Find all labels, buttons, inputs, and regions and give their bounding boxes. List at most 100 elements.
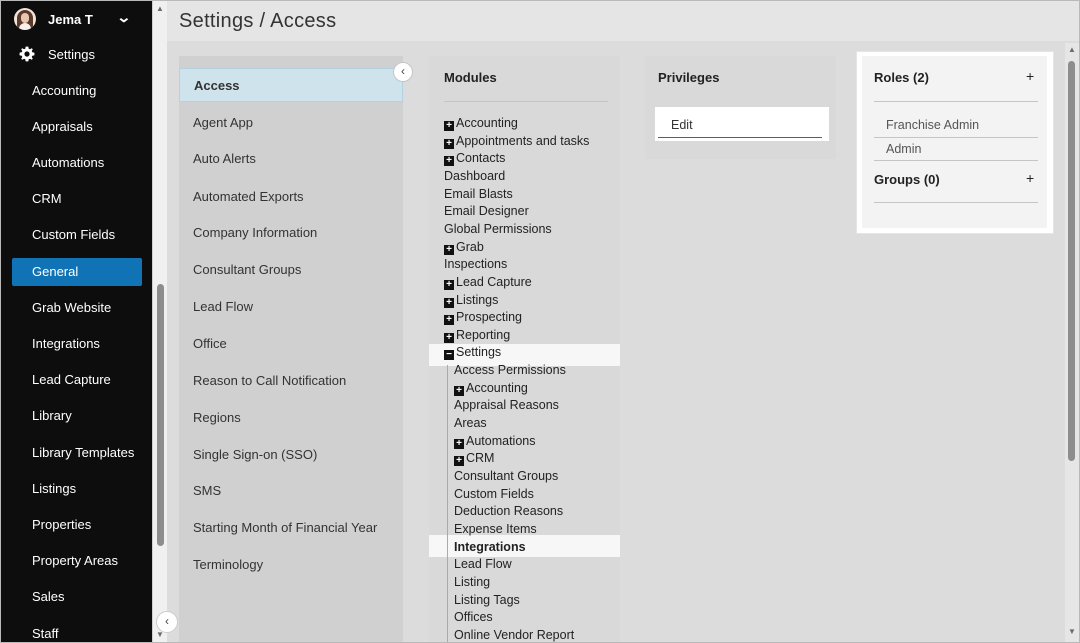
category-item-office[interactable]: Office	[179, 327, 403, 361]
expand-icon[interactable]: +	[444, 244, 454, 255]
sidebar-item-listings[interactable]: Listings	[12, 475, 142, 503]
module-item[interactable]: Offices	[454, 609, 493, 626]
sidebar-item-integrations[interactable]: Integrations	[12, 330, 142, 358]
module-item[interactable]: + Reporting	[444, 327, 510, 344]
module-item[interactable]: Dashboard	[444, 168, 505, 185]
category-item-sso[interactable]: Single Sign-on (SSO)	[179, 438, 403, 472]
role-item-admin[interactable]: Admin	[886, 142, 921, 156]
sidebar-item-staff[interactable]: Staff	[12, 620, 142, 642]
category-item-company-information[interactable]: Company Information	[179, 216, 403, 250]
module-item[interactable]: Deduction Reasons	[454, 503, 563, 520]
expand-icon[interactable]: +	[454, 385, 464, 396]
role-item-franchise-admin[interactable]: Franchise Admin	[886, 118, 979, 132]
expand-icon[interactable]: +	[444, 121, 454, 131]
module-item[interactable]: + Grab	[444, 239, 484, 256]
module-item-label: Dashboard	[444, 168, 506, 183]
module-item[interactable]: Inspections	[444, 256, 507, 273]
module-item[interactable]: Email Designer	[444, 203, 529, 220]
expand-icon[interactable]: +	[454, 456, 464, 467]
module-item[interactable]: Online Vendor Report	[454, 627, 574, 642]
sidebar-item-library-templates[interactable]: Library Templates	[12, 439, 142, 467]
user-menu[interactable]: Jema T ⌄	[1, 1, 152, 37]
sidebar-scrollbar[interactable]: ▲ ▼	[152, 1, 167, 642]
sidebar-item-library[interactable]: Library	[12, 402, 142, 430]
module-item[interactable]: Listing	[454, 574, 490, 591]
expand-icon[interactable]: +	[444, 332, 454, 343]
sidebar-item-grab-website[interactable]: Grab Website	[12, 294, 142, 322]
module-item-label: Contacts	[456, 151, 506, 166]
sidebar-item-custom-fields[interactable]: Custom Fields	[12, 221, 142, 249]
expand-icon[interactable]: +	[444, 156, 454, 167]
sidebar-item-lead-capture[interactable]: Lead Capture	[12, 366, 142, 394]
sidebar-item-general[interactable]: General	[12, 258, 142, 286]
module-item-label: Inspections	[444, 257, 508, 272]
expand-icon[interactable]: +	[444, 297, 454, 308]
scrollbar-thumb[interactable]	[157, 284, 164, 546]
module-item-label: Expense Items	[454, 521, 537, 536]
scroll-up-icon[interactable]: ▲	[156, 4, 164, 13]
module-item[interactable]: Global Permissions	[444, 221, 552, 238]
category-item-reason-to-call[interactable]: Reason to Call Notification	[179, 364, 403, 398]
sidebar-item-property-areas[interactable]: Property Areas	[12, 547, 142, 575]
module-item-label: Appointments and tasks	[456, 133, 590, 148]
module-item[interactable]: Listing Tags	[454, 592, 520, 609]
chevron-left-icon[interactable]: ‹	[393, 62, 413, 82]
expand-icon[interactable]: +	[454, 438, 464, 449]
module-item[interactable]: + Lead Capture	[444, 274, 532, 291]
content-scrollbar[interactable]: ▲ ▼	[1065, 43, 1079, 642]
chevron-down-icon[interactable]: ⌄	[116, 9, 131, 26]
sidebar-item-accounting[interactable]: Accounting	[12, 77, 142, 105]
module-item[interactable]: + Contacts	[444, 150, 505, 167]
category-item-lead-flow[interactable]: Lead Flow	[179, 290, 403, 324]
sidebar-item-properties[interactable]: Properties	[12, 511, 142, 539]
module-item[interactable]: Integrations	[454, 539, 526, 556]
module-item-label: Appraisal Reasons	[454, 398, 559, 413]
module-item[interactable]: Appraisal Reasons	[454, 397, 559, 414]
module-item[interactable]: Custom Fields	[454, 486, 534, 503]
category-item-automated-exports[interactable]: Automated Exports	[179, 180, 403, 214]
module-item[interactable]: + Listings	[444, 292, 498, 309]
module-item[interactable]: + CRM	[454, 450, 494, 467]
scroll-down-icon[interactable]: ▼	[1068, 627, 1076, 636]
module-item[interactable]: Consultant Groups	[454, 468, 558, 485]
category-item-agent-app[interactable]: Agent App	[179, 106, 403, 140]
category-item-sms[interactable]: SMS	[179, 474, 403, 508]
module-item[interactable]: + Accounting	[454, 380, 528, 397]
chevron-left-icon[interactable]: ‹	[156, 611, 178, 633]
category-item-terminology[interactable]: Terminology	[179, 548, 403, 582]
module-item-label: Prospecting	[456, 310, 523, 325]
module-item[interactable]: + Appointments and tasks	[444, 133, 589, 150]
module-item[interactable]: − Settings	[444, 344, 501, 361]
scroll-up-icon[interactable]: ▲	[1068, 45, 1076, 54]
expand-icon[interactable]: +	[444, 315, 454, 326]
scrollbar-thumb[interactable]	[1068, 61, 1075, 461]
module-item-label: Listing Tags	[454, 592, 520, 607]
module-item-label: Listing	[454, 574, 491, 589]
module-item[interactable]: Lead Flow	[454, 556, 512, 573]
category-item-financial-year[interactable]: Starting Month of Financial Year	[179, 511, 403, 545]
sidebar-item-sales[interactable]: Sales	[12, 583, 142, 611]
add-group-icon[interactable]: +	[1026, 170, 1034, 186]
module-item[interactable]: Email Blasts	[444, 186, 513, 203]
module-item[interactable]: Areas	[454, 415, 487, 432]
sidebar-item-appraisals[interactable]: Appraisals	[12, 113, 142, 141]
module-item[interactable]: + Prospecting	[444, 309, 522, 326]
sidebar-item-crm[interactable]: CRM	[12, 185, 142, 213]
module-item[interactable]: Access Permissions	[454, 362, 566, 379]
divider	[874, 160, 1038, 161]
category-item-access[interactable]: Access	[179, 68, 403, 102]
add-role-icon[interactable]: +	[1026, 68, 1034, 84]
modules-title: Modules	[444, 70, 497, 85]
expand-icon[interactable]: +	[444, 138, 454, 149]
category-item-regions[interactable]: Regions	[179, 401, 403, 435]
module-item-label: Integrations	[454, 539, 526, 554]
category-item-auto-alerts[interactable]: Auto Alerts	[179, 142, 403, 176]
sidebar-item-automations[interactable]: Automations	[12, 149, 142, 177]
module-item[interactable]: Expense Items	[454, 521, 537, 538]
module-item-label: Settings	[456, 345, 502, 360]
module-item[interactable]: + Automations	[454, 433, 535, 450]
expand-icon[interactable]: +	[444, 279, 454, 290]
collapse-icon[interactable]: −	[444, 350, 454, 361]
module-item[interactable]: + Accounting	[444, 115, 518, 132]
category-item-consultant-groups[interactable]: Consultant Groups	[179, 253, 403, 287]
